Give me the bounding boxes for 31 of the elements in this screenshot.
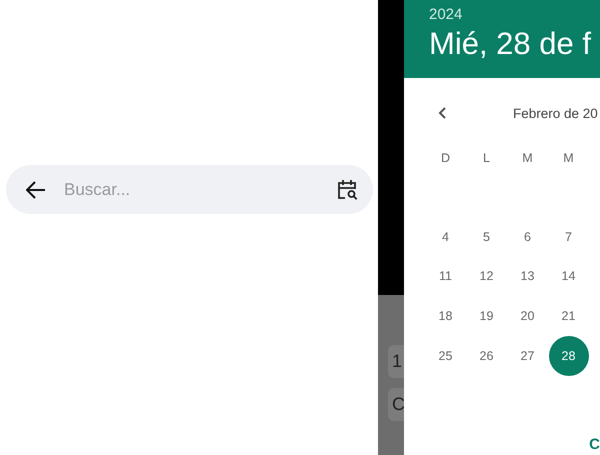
calendar-day[interactable]: 5 (472, 222, 500, 251)
calendar-day[interactable]: 13 (514, 262, 542, 290)
weekday-label: L (483, 150, 490, 165)
calendar-day[interactable]: 4 (432, 222, 460, 251)
calendar-day[interactable]: 19 (472, 302, 500, 330)
weekday-label: M (563, 150, 574, 165)
calendar-day[interactable]: 6 (514, 222, 542, 251)
calendar-day[interactable]: 28 (548, 336, 588, 376)
keyboard-key[interactable]: 1 (388, 345, 404, 378)
calendar-day[interactable]: 26 (472, 342, 500, 370)
back-arrow-icon[interactable] (26, 180, 46, 198)
calendar-day[interactable]: 20 (514, 302, 542, 330)
weekday-label: D (440, 150, 450, 165)
year-label[interactable]: 2024 (429, 6, 462, 23)
calendar-day[interactable]: 14 (554, 262, 582, 290)
calendar-search-icon[interactable] (336, 178, 359, 201)
calendar-day[interactable]: 18 (432, 302, 460, 330)
calendar-day[interactable]: 12 (472, 262, 500, 290)
search-input[interactable]: Buscar... (62, 178, 320, 200)
calendar-day[interactable]: 27 (514, 342, 542, 370)
weekday-label: M (522, 150, 533, 165)
calendar-day[interactable]: 11 (432, 262, 460, 290)
keyboard-key[interactable]: C (388, 388, 404, 421)
calendar-day[interactable]: 21 (554, 302, 582, 330)
dialog-action-button[interactable]: C (587, 436, 600, 453)
search-field[interactable]: Buscar... (6, 165, 373, 214)
calendar-day[interactable]: 25 (432, 342, 460, 370)
calendar-day[interactable]: 7 (554, 222, 582, 251)
selected-date-title: Mié, 28 de f (429, 26, 591, 62)
chevron-left-icon[interactable] (438, 107, 446, 119)
month-label: Febrero de 20 (513, 106, 598, 120)
